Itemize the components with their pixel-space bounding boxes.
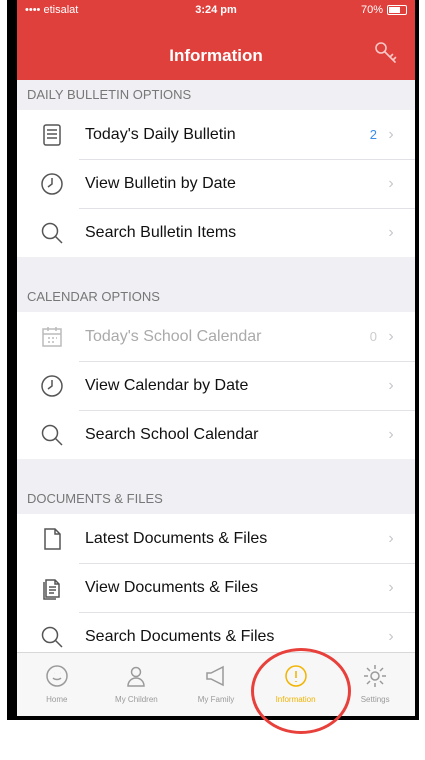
list-item[interactable]: Today's Daily Bulletin 2 › <box>17 110 415 159</box>
bulletin-list-icon <box>39 122 65 148</box>
section-header: DAILY BULLETIN OPTIONS <box>17 80 415 110</box>
gear-icon <box>362 663 388 689</box>
list-item-label: Today's School Calendar <box>85 327 262 345</box>
count-badge: 0 <box>369 329 377 344</box>
options-list: DAILY BULLETIN OPTIONS Today's Daily Bull… <box>17 80 415 652</box>
section-gap <box>17 257 415 282</box>
list-item-label: Search Bulletin Items <box>85 223 237 241</box>
count-badge: 2 <box>369 127 377 142</box>
chevron-right-icon: › <box>388 223 394 241</box>
list-item[interactable]: Latest Documents & Files › <box>17 514 415 563</box>
list-item-label: View Calendar by Date <box>85 376 249 394</box>
tab-bar: Home My Children My Family Information Setti… <box>17 652 415 716</box>
annotation-circle <box>251 648 351 734</box>
page-title: Information <box>169 46 263 65</box>
clock-icon <box>39 373 65 399</box>
tab-label: My Family <box>197 695 235 704</box>
tab-home[interactable]: Home <box>17 653 97 716</box>
list-item[interactable]: Search Documents & Files › <box>17 612 415 652</box>
list-item[interactable]: Search Bulletin Items › <box>17 208 415 257</box>
app-screen: •••• etisalat 3:24 pm 70% Information DA… <box>17 0 415 716</box>
list-item-label: Latest Documents & Files <box>85 529 268 547</box>
tab-children[interactable]: My Children <box>97 653 177 716</box>
tab-label: Home <box>46 695 68 704</box>
section-header: CALENDAR OPTIONS <box>17 282 415 312</box>
chevron-right-icon: › <box>388 578 394 596</box>
list-item: Today's School Calendar 0 › <box>17 312 415 361</box>
battery-icon <box>387 5 407 15</box>
children-icon <box>123 663 149 689</box>
tab-label: Settings <box>360 695 390 704</box>
list-item-label: Search School Calendar <box>85 425 259 443</box>
list-item[interactable]: View Bulletin by Date › <box>17 159 415 208</box>
tab-label: My Children <box>115 695 158 704</box>
search-icon <box>39 220 65 246</box>
nav-header: •••• etisalat 3:24 pm 70% Information <box>17 0 415 80</box>
list-item[interactable]: View Documents & Files › <box>17 563 415 612</box>
status-bar: •••• etisalat 3:24 pm 70% <box>17 4 415 20</box>
section-gap <box>17 459 415 484</box>
chevron-right-icon: › <box>388 125 394 143</box>
list-item-label: Today's Daily Bulletin <box>85 125 236 143</box>
chevron-right-icon: › <box>388 376 394 394</box>
search-icon <box>39 624 65 650</box>
clock-icon <box>39 171 65 197</box>
list-item[interactable]: Search School Calendar › <box>17 410 415 459</box>
tab-megaphone[interactable]: My Family <box>176 653 256 716</box>
chevron-right-icon: › <box>388 327 394 345</box>
megaphone-icon <box>203 663 229 689</box>
key-icon[interactable] <box>373 40 399 66</box>
chevron-right-icon: › <box>388 425 394 443</box>
search-icon <box>39 422 65 448</box>
list-item-label: View Bulletin by Date <box>85 174 236 192</box>
battery-indicator: 70% <box>361 4 407 16</box>
list-item-label: Search Documents & Files <box>85 627 275 645</box>
battery-percent: 70% <box>360 4 383 16</box>
list-item[interactable]: View Calendar by Date › <box>17 361 415 410</box>
chevron-right-icon: › <box>388 627 394 645</box>
documents-icon <box>39 575 65 601</box>
phone-frame: •••• etisalat 3:24 pm 70% Information DA… <box>7 0 419 720</box>
chevron-right-icon: › <box>388 529 394 547</box>
document-icon <box>39 526 65 552</box>
chevron-right-icon: › <box>388 174 394 192</box>
list-item-label: View Documents & Files <box>85 578 259 596</box>
section-header: DOCUMENTS & FILES <box>17 484 415 514</box>
home-icon <box>44 663 70 689</box>
status-time: 3:24 pm <box>195 4 237 16</box>
calendar-icon <box>39 324 65 350</box>
